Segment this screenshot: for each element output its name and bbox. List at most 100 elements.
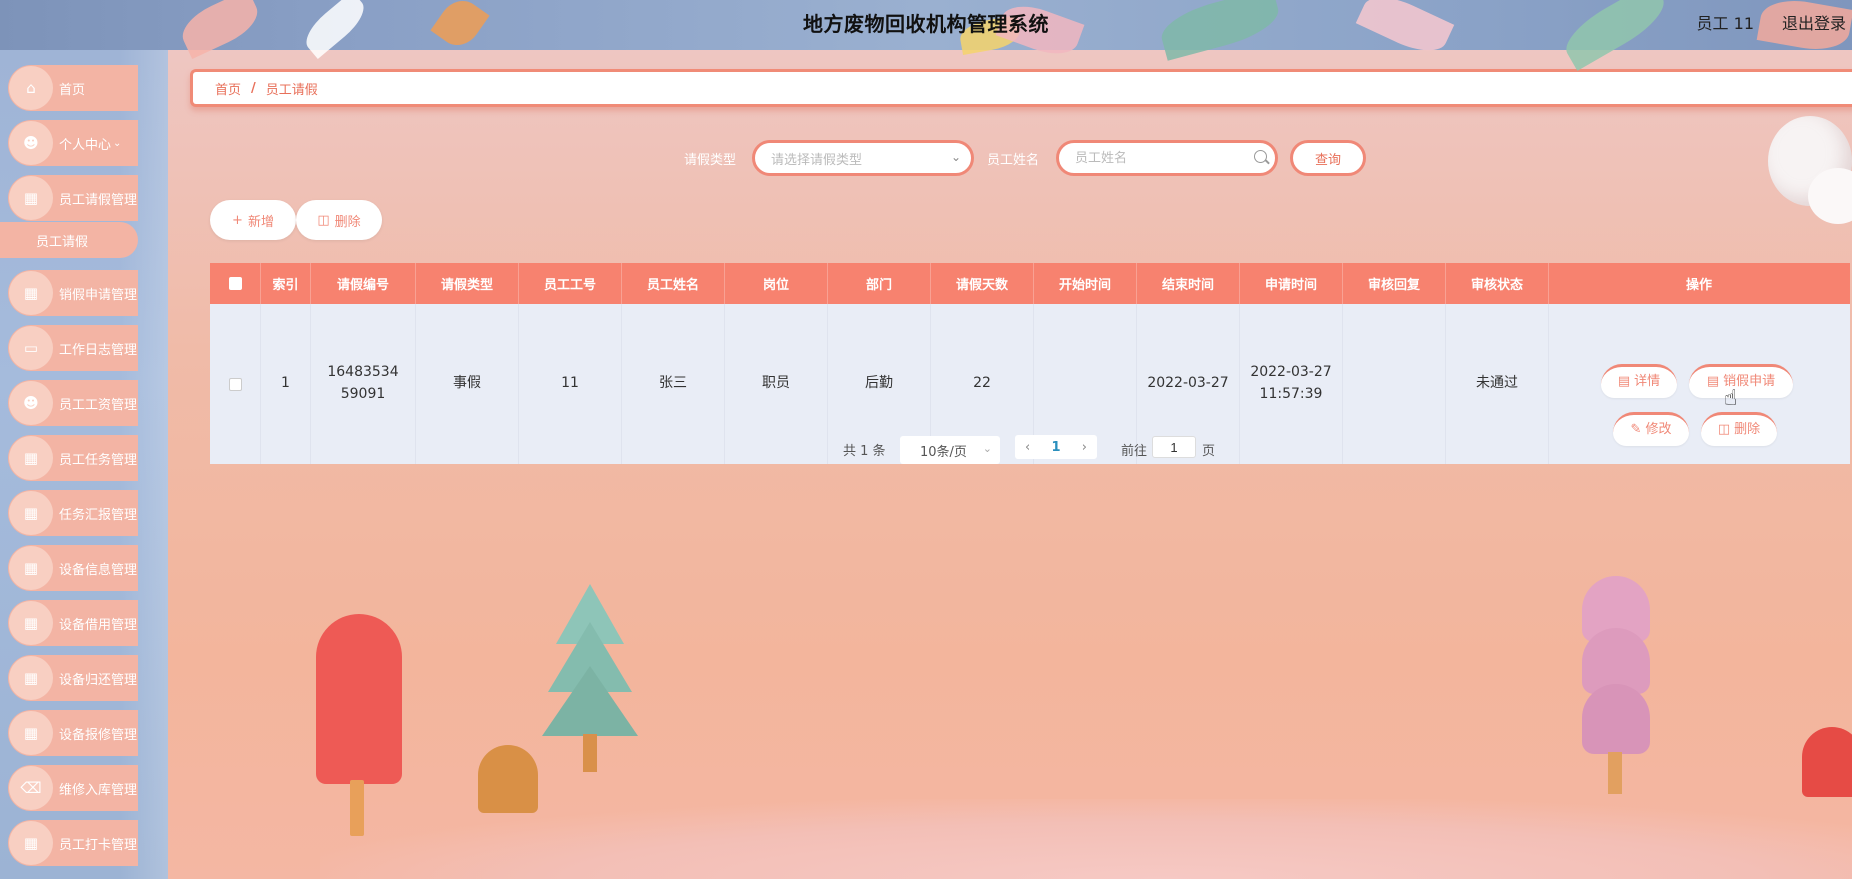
sidebar: ⌂ 首页 ☻ 个人中心 ⌄ ▦ 员工请假管理 员工请假 ▦ 销假申请管理 ▭ 工…: [0, 50, 168, 879]
column-header: 请假编号: [311, 263, 416, 304]
sidebar-item-label: 工作日志管理: [59, 342, 138, 358]
grid-icon: ▦: [9, 656, 53, 700]
column-header: 开始时间: [1034, 263, 1137, 304]
current-user: 员工 11: [1696, 14, 1754, 33]
breadcrumb-home[interactable]: 首页: [215, 79, 241, 98]
document-icon: ▤: [1706, 374, 1720, 390]
sidebar-item-cancel-leave[interactable]: ▦ 销假申请管理: [8, 270, 138, 316]
column-header: 操作: [1685, 278, 1712, 293]
ground: [320, 799, 1852, 879]
hand-cursor-icon: ☝: [1724, 386, 1738, 411]
add-button-label: 新增: [247, 214, 274, 230]
detail-button[interactable]: ▤ 详情: [1601, 364, 1677, 398]
column-header: 申请时间: [1240, 263, 1343, 304]
sidebar-item-label: 个人中心: [59, 137, 112, 153]
row-operations: ▤ 详情 ▤ 销假申请 ✎ 修改 ◫ 删除: [1553, 304, 1845, 464]
sidebar-item-label: 维修入库管理: [59, 782, 138, 798]
sidebar-item-work-log[interactable]: ▭ 工作日志管理: [8, 325, 138, 371]
logout-link[interactable]: 退出登录: [1782, 10, 1846, 34]
breadcrumb: 首页 / 员工请假: [190, 69, 1852, 107]
pencil-icon: ✎: [1630, 422, 1642, 438]
sidebar-item-label: 任务汇报管理: [59, 507, 138, 523]
sidebar-item-device-return[interactable]: ▦ 设备归还管理: [8, 655, 138, 701]
sidebar-item-personal-center[interactable]: ☻ 个人中心 ⌄: [8, 120, 138, 166]
page-number[interactable]: 1: [1051, 440, 1060, 455]
page-size-value: 10条/页: [920, 444, 967, 460]
decor-popsicle-stick: [350, 780, 364, 836]
header-checkbox-cell: [210, 263, 261, 304]
sidebar-item-task-report[interactable]: ▦ 任务汇报管理: [8, 490, 138, 536]
leave-type-label: 请假类型: [684, 153, 737, 168]
decor-ball: [1808, 168, 1852, 224]
chevron-down-icon: ⌄: [982, 442, 992, 455]
grid-icon: ▦: [9, 546, 53, 590]
employee-name-input[interactable]: [1056, 140, 1278, 176]
goto-label: 前往: [1121, 444, 1148, 459]
sidebar-item-clock-in[interactable]: ▦ 员工打卡管理: [8, 820, 138, 866]
leave-type-select[interactable]: 请选择请假类型 ⌄: [752, 140, 974, 176]
row-delete-label: 删除: [1734, 422, 1761, 438]
edit-button[interactable]: ✎ 修改: [1613, 412, 1689, 446]
decor-popsicle: [316, 614, 402, 784]
next-page-icon[interactable]: ›: [1082, 440, 1087, 455]
sidebar-item-home[interactable]: ⌂ 首页: [8, 65, 138, 111]
grid-icon: ▦: [9, 436, 53, 480]
sidebar-subitem-employee-leave[interactable]: 员工请假: [0, 222, 138, 258]
decor-red-dome: [1802, 727, 1852, 797]
table-header: 索引 请假编号 请假类型 员工工号 员工姓名 岗位 部门 请假天数 开始时间 结…: [210, 263, 1850, 304]
cell-emp-name: 张三: [622, 304, 725, 464]
row-checkbox-cell: [210, 304, 261, 464]
detail-label: 详情: [1634, 374, 1661, 390]
employee-name-label: 员工姓名: [987, 153, 1040, 168]
page-size-select[interactable]: 10条/页 ⌄: [900, 436, 1000, 464]
query-button[interactable]: 查询: [1290, 140, 1366, 176]
sidebar-item-label: 设备报修管理: [59, 727, 138, 743]
decor-pink-tree: [1582, 684, 1650, 754]
sidebar-item-label: 设备借用管理: [59, 617, 138, 633]
column-header: 岗位: [725, 263, 828, 304]
cancel-leave-button[interactable]: ▤ 销假申请: [1689, 364, 1793, 398]
breadcrumb-separator: /: [251, 80, 256, 96]
page-unit-label: 页: [1202, 444, 1216, 459]
column-header: 请假天数: [931, 263, 1034, 304]
applied-text: 2022-03-27 11:57:39: [1250, 364, 1332, 402]
cell-leave-no: 1648353459091: [311, 304, 416, 464]
sidebar-item-tasks[interactable]: ▦ 员工任务管理: [8, 435, 138, 481]
row-delete-button[interactable]: ◫ 删除: [1701, 412, 1777, 446]
trash-icon: ◫: [317, 212, 330, 228]
cell-status: 未通过: [1446, 304, 1549, 464]
edit-label: 修改: [1645, 422, 1672, 438]
clipboard-icon: ▦: [9, 176, 53, 220]
sidebar-item-repair-stock[interactable]: ⌫ 维修入库管理: [8, 765, 138, 811]
pagination-total: 共 1 条: [843, 444, 886, 459]
row-checkbox[interactable]: [228, 377, 242, 391]
search-icon: [1254, 150, 1267, 163]
cell-emp-no: 11: [519, 304, 622, 464]
goto-page-input[interactable]: [1152, 436, 1196, 458]
sidebar-item-label: 设备信息管理: [59, 562, 138, 578]
sidebar-item-salary[interactable]: ☻ 员工工资管理: [8, 380, 138, 426]
select-all-checkbox[interactable]: [228, 277, 242, 290]
batch-delete-button[interactable]: ◫ 删除: [296, 200, 382, 240]
chevron-down-icon: ⌄: [950, 150, 961, 164]
column-header: 审核状态: [1446, 263, 1549, 304]
add-button[interactable]: + 新增: [210, 200, 296, 240]
sidebar-item-leave-management[interactable]: ▦ 员工请假管理: [8, 175, 138, 221]
pagination-nav: ‹ 1 ›: [1015, 435, 1097, 459]
home-icon: ⌂: [9, 66, 53, 110]
sidebar-item-label: 员工任务管理: [59, 452, 138, 468]
trash-icon: ◫: [1717, 422, 1731, 438]
clipboard-icon: ▦: [9, 601, 53, 645]
prev-page-icon[interactable]: ‹: [1025, 440, 1030, 455]
ticket-icon: ⌫: [9, 766, 53, 810]
chevron-down-icon: ⌄: [113, 137, 122, 149]
leave-type-placeholder: 请选择请假类型: [771, 152, 863, 168]
cell-reply: [1343, 304, 1446, 464]
sidebar-item-device-borrow[interactable]: ▦ 设备借用管理: [8, 600, 138, 646]
grid-icon: ▦: [9, 821, 53, 865]
sidebar-item-device-repair[interactable]: ▦ 设备报修管理: [8, 710, 138, 756]
leave-table: 索引 请假编号 请假类型 员工工号 员工姓名 岗位 部门 请假天数 开始时间 结…: [210, 263, 1850, 464]
cell-index: 1: [261, 304, 311, 464]
sidebar-item-label: 员工打卡管理: [59, 837, 138, 853]
sidebar-item-device-info[interactable]: ▦ 设备信息管理: [8, 545, 138, 591]
